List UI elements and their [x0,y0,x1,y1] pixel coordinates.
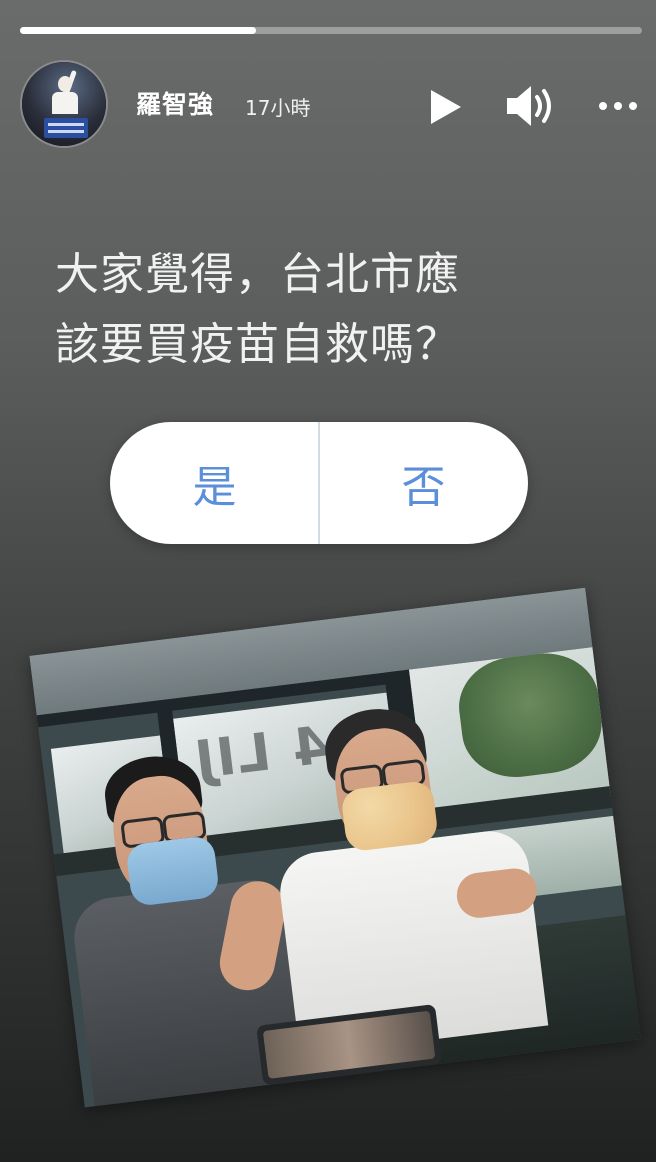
poll-sticker: 是 否 [110,422,528,544]
play-icon [431,90,461,124]
volume-icon [507,86,551,126]
poll-option-no[interactable]: 否 [319,422,528,544]
more-icon [599,102,637,110]
poll-question-line-1: 大家覺得，台北市應 [55,249,460,300]
poll-question: 大家覺得，台北市應 該要買疫苗自救嗎？ [55,240,615,380]
story-header: 羅智強 17小時 [20,60,638,155]
timestamp: 17小時 [245,96,311,120]
username[interactable]: 羅智強 [136,85,214,121]
poll-option-yes[interactable]: 是 [110,422,319,544]
avatar-badge [44,118,88,138]
volume-button[interactable] [505,82,559,130]
story-progress-bar [20,27,642,34]
more-options-button[interactable] [598,95,638,117]
play-button[interactable] [425,87,465,127]
story-progress-fill [20,27,257,34]
avatar[interactable] [20,60,108,148]
poll-question-line-2: 該要買疫苗自救嗎？ [55,319,460,370]
story-photo: 304 LIJ [29,587,641,1108]
